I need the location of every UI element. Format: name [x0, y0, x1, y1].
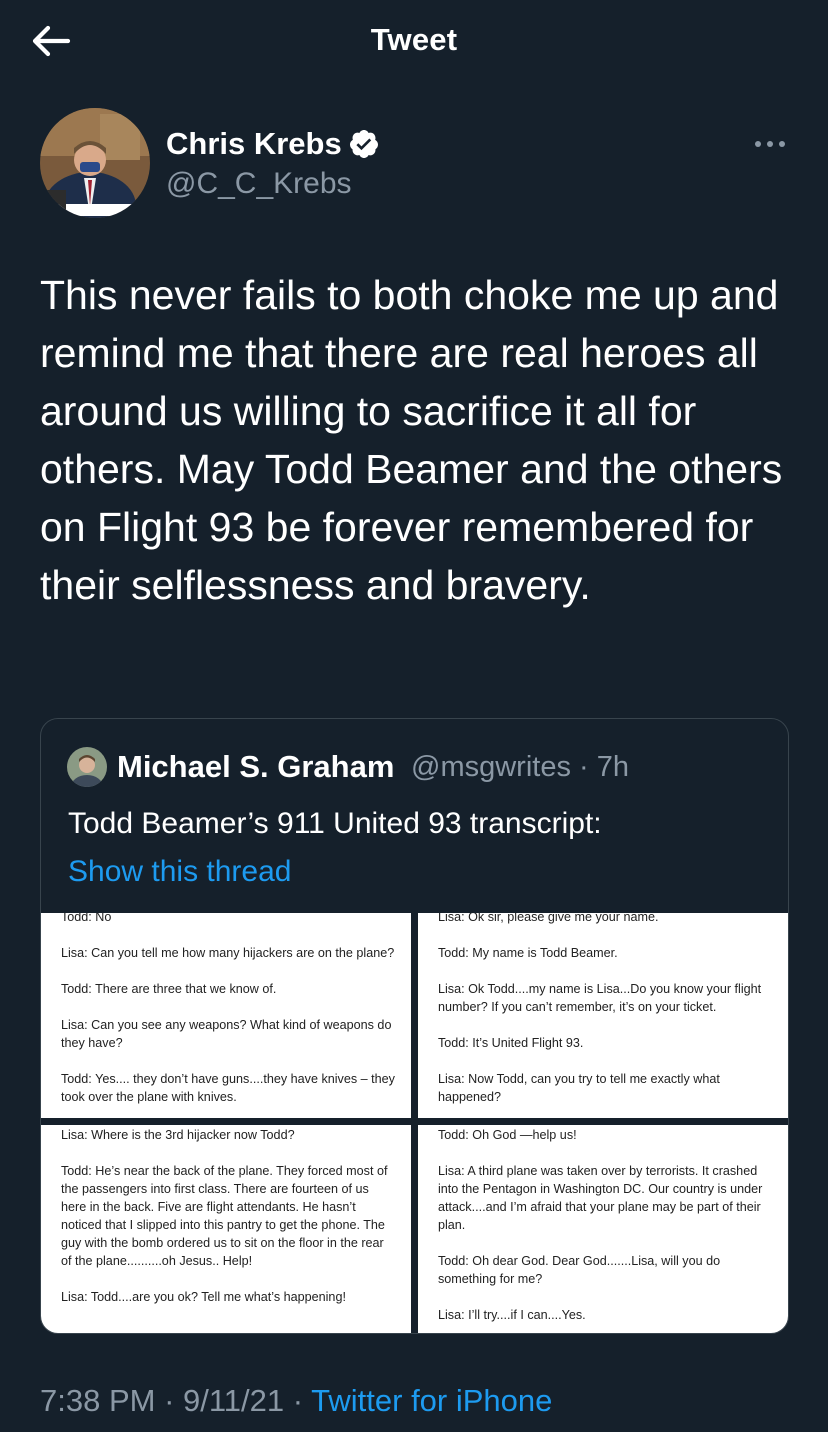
quoted-meta: @msgwrites · 7h: [411, 751, 629, 784]
transcript-line: Lisa: Ok sir, please give me your name.: [438, 913, 659, 924]
transcript-line: Lisa: Now Todd, can you try to tell me e…: [438, 1072, 720, 1104]
page-title: Tweet: [370, 22, 458, 57]
tweet-source-link[interactable]: Twitter for iPhone: [311, 1383, 552, 1418]
transcript-line: Todd: Oh dear God. Dear God.......Lisa, …: [438, 1254, 721, 1286]
quoted-avatar[interactable]: [67, 747, 107, 787]
transcript-line: Lisa: Can you see any weapons? What kind…: [61, 1018, 392, 1050]
separator-dot: ·: [579, 751, 597, 783]
tweet-time[interactable]: 7:38 PM: [40, 1383, 155, 1418]
quoted-age: 7h: [596, 751, 629, 783]
media-image-2[interactable]: Lisa: Ok sir, please give me your name. …: [418, 913, 788, 1118]
transcript-line: Lisa: Where is the 3rd hijacker now Todd…: [61, 1128, 295, 1142]
author-handle[interactable]: @C_C_Krebs: [166, 167, 352, 201]
tweet-meta: 7:38 PM · 9/11/21 · Twitter for iPhone: [40, 1383, 552, 1419]
author-name[interactable]: Chris Krebs: [166, 126, 342, 162]
separator-dot: ·: [292, 1383, 312, 1418]
quoted-author-handle[interactable]: @msgwrites: [411, 751, 571, 783]
avatar[interactable]: [40, 108, 150, 218]
more-options-icon[interactable]: [750, 132, 790, 156]
separator-dot: ·: [164, 1383, 184, 1418]
media-image-4[interactable]: Todd: Oh God —help us! Lisa: A third pla…: [418, 1125, 788, 1333]
transcript-line: Todd: It’s United Flight 93.: [438, 1036, 584, 1050]
quoted-text: Todd Beamer’s 911 United 93 transcript:: [68, 807, 602, 840]
transcript-line: Lisa: I’ll try....if I can....Yes.: [438, 1308, 586, 1322]
transcript-line: Lisa: A third plane was taken over by te…: [438, 1164, 763, 1232]
verified-badge-icon: [349, 130, 378, 158]
transcript-line: Lisa: Can you tell me how many hijackers…: [61, 946, 395, 960]
transcript-line: Todd: No: [61, 913, 112, 924]
transcript-line: Todd: He’s near the back of the plane. T…: [61, 1164, 388, 1268]
transcript-line: Todd: My name is Todd Beamer.: [438, 946, 618, 960]
transcript-line: Todd: Yes.... they don’t have guns....th…: [61, 1072, 395, 1104]
media-image-1[interactable]: Todd: No Lisa: Can you tell me how many …: [41, 913, 411, 1118]
transcript-line: Lisa: Ok Todd....my name is Lisa...Do yo…: [438, 982, 762, 1014]
tweet-text: This never fails to both choke me up and…: [40, 272, 783, 608]
quoted-author-name[interactable]: Michael S. Graham: [117, 749, 394, 785]
media-grid: Todd: No Lisa: Can you tell me how many …: [41, 913, 788, 1333]
transcript-line: Todd: Oh God —help us!: [438, 1128, 577, 1142]
transcript-line: Lisa: Todd....are you ok? Tell me what’s…: [61, 1290, 346, 1304]
top-bar: Tweet: [0, 0, 828, 82]
show-thread-link[interactable]: Show this thread: [68, 855, 291, 889]
media-image-3[interactable]: Lisa: Where is the 3rd hijacker now Todd…: [41, 1125, 411, 1333]
quoted-tweet[interactable]: Michael S. Graham @msgwrites · 7h Todd B…: [40, 718, 789, 1334]
tweet-date[interactable]: 9/11/21: [183, 1383, 284, 1418]
transcript-line: Todd: There are three that we know of.: [61, 982, 277, 996]
